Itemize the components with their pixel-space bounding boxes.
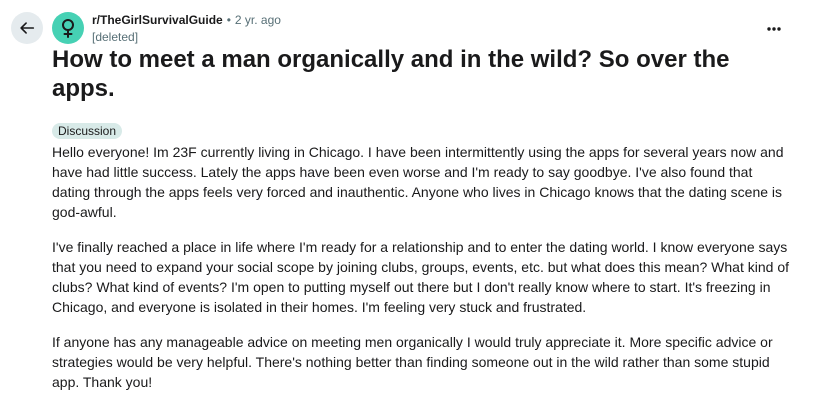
more-horizontal-icon — [767, 27, 781, 31]
post-paragraph: I've finally reached a place in life whe… — [52, 239, 789, 315]
post-paragraph: Hello everyone! Im 23F currently living … — [52, 144, 784, 220]
more-options-button[interactable] — [760, 15, 788, 43]
post-author: [deleted] — [92, 30, 139, 44]
post-meta-top: r/TheGirlSurvivalGuide • 2 yr. ago — [92, 12, 281, 28]
back-button[interactable] — [11, 12, 43, 44]
post-page: r/TheGirlSurvivalGuide • 2 yr. ago [dele… — [0, 0, 814, 410]
post-flair[interactable]: Discussion — [52, 123, 123, 139]
post-paragraph: If anyone has any manageable advice on m… — [52, 334, 773, 390]
subreddit-avatar[interactable] — [52, 12, 84, 44]
arrow-left-icon — [20, 22, 35, 34]
female-symbol-icon — [62, 19, 74, 38]
post-meta: r/TheGirlSurvivalGuide • 2 yr. ago [dele… — [92, 12, 281, 45]
subreddit-link[interactable]: r/TheGirlSurvivalGuide — [92, 12, 223, 28]
meta-separator: • — [226, 13, 231, 27]
post-timestamp: 2 yr. ago — [234, 13, 281, 27]
post-body: Hello everyone! Im 23F currently living … — [52, 142, 792, 407]
post-title: How to meet a man organically and in the… — [52, 46, 730, 102]
